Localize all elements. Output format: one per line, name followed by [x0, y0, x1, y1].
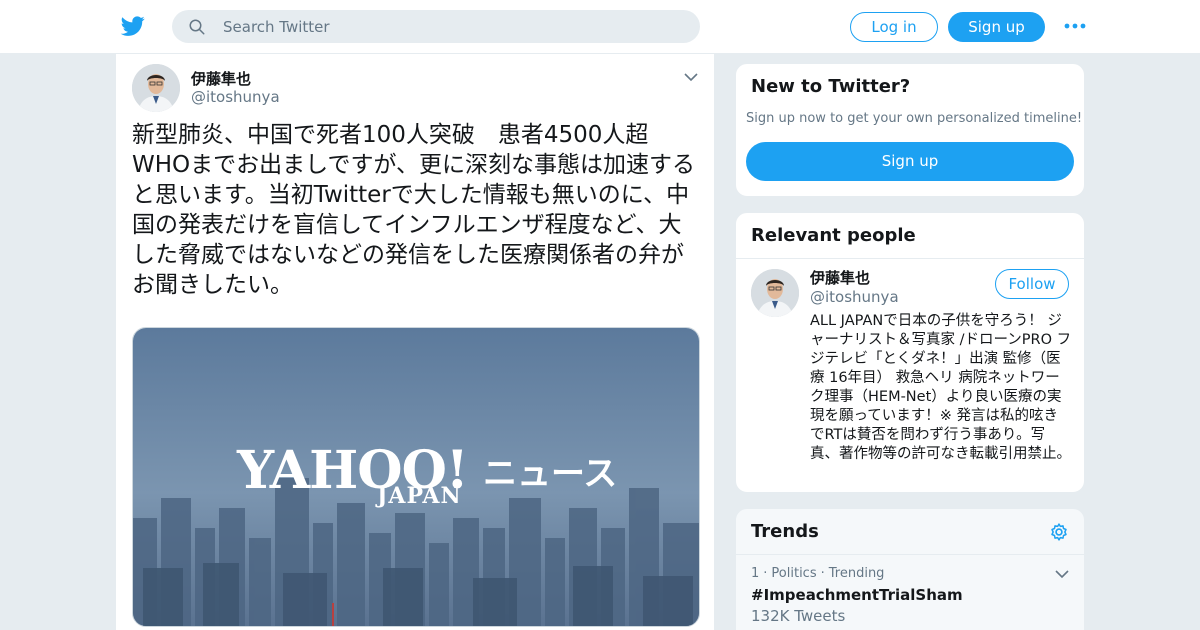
person-name[interactable]: 伊藤隼也 — [810, 267, 870, 288]
tweet-media-image[interactable]: YAHOO! JAPAN ニュース — [132, 327, 700, 627]
trends-card: Trends 1 · Politics · Trending #ImpeachmentT… — [735, 508, 1085, 630]
new-to-twitter-card: New to Twitter? Sign up now to get your … — [735, 63, 1085, 197]
author-name[interactable]: 伊藤隼也 — [191, 68, 251, 89]
divider — [736, 258, 1084, 259]
twitter-bird-icon[interactable] — [120, 14, 146, 38]
tweet-text: 新型肺炎、中国で死者100人突破 患者4500人超 WHOまでお出ましですが、更… — [132, 122, 695, 298]
more-dots-icon[interactable] — [1064, 20, 1086, 32]
login-button[interactable]: Log in — [850, 12, 938, 42]
person-avatar[interactable] — [751, 269, 799, 317]
search-box[interactable]: Search Twitter — [172, 10, 700, 43]
trend-name[interactable]: #ImpeachmentTrialSham — [751, 586, 963, 604]
top-nav-bar: Search Twitter Log in Sign up — [0, 0, 1200, 54]
trends-title: Trends — [751, 521, 819, 542]
yahoo-logo-sub: JAPAN — [377, 483, 462, 509]
trend-meta: 1 · Politics · Trending — [751, 566, 885, 581]
gear-icon[interactable] — [1049, 522, 1069, 542]
person-handle[interactable]: @itoshunya — [810, 288, 899, 306]
person-bio: ALL JAPANで日本の子供を守ろう！ ジャーナリスト＆写真家 /ドローンPR… — [810, 313, 1072, 462]
new-to-twitter-title: New to Twitter? — [751, 76, 911, 97]
relevant-people-card: Relevant people 伊藤隼也 @itoshunya Follow A… — [735, 212, 1085, 493]
relevant-people-title: Relevant people — [751, 225, 916, 246]
trend-count: 132K Tweets — [751, 607, 846, 625]
trend-status: Trending — [828, 566, 885, 581]
search-icon — [189, 19, 205, 35]
signup-card-button[interactable]: Sign up — [746, 142, 1074, 181]
trend-category: Politics — [771, 566, 817, 581]
signup-button[interactable]: Sign up — [948, 12, 1045, 42]
chevron-down-icon[interactable] — [684, 72, 698, 82]
author-handle[interactable]: @itoshunya — [191, 88, 280, 106]
tweet-card: 伊藤隼也 @itoshunya 新型肺炎、中国で死者100人突破 患者4500人… — [115, 54, 715, 630]
yahoo-news-label: ニュース — [483, 454, 618, 494]
new-to-twitter-subtitle: Sign up now to get your own personalized… — [746, 111, 1083, 126]
search-input[interactable]: Search Twitter — [223, 18, 330, 36]
follow-button[interactable]: Follow — [995, 269, 1069, 299]
author-avatar[interactable] — [132, 64, 180, 112]
divider — [736, 554, 1084, 555]
chevron-down-icon[interactable] — [1055, 569, 1069, 579]
